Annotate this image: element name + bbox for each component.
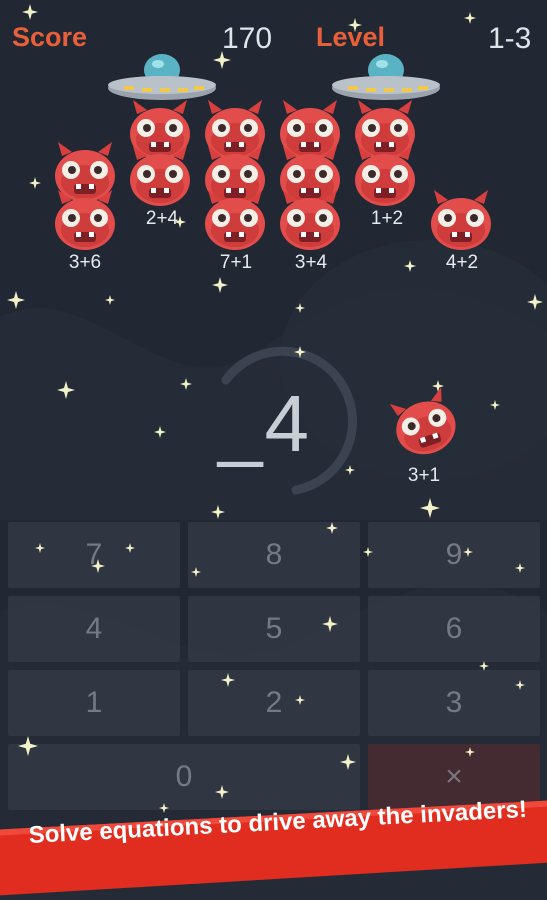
invader-monster-icon xyxy=(355,146,415,206)
key-9[interactable]: 9 xyxy=(368,522,540,588)
key-2[interactable]: 2 xyxy=(188,670,360,736)
equation-label: 3+4 xyxy=(294,252,328,273)
key-6[interactable]: 6 xyxy=(368,596,540,662)
invader-monster-icon xyxy=(431,190,491,250)
key-7[interactable]: 7 xyxy=(8,522,180,588)
invader-monster-icon xyxy=(55,190,115,250)
level-label: Level xyxy=(316,22,386,52)
score-label: Score xyxy=(12,22,88,52)
invader-monster-icon xyxy=(205,190,265,250)
invader-monster-icon xyxy=(280,190,340,250)
key-1[interactable]: 1 xyxy=(8,670,180,736)
invader-monster-icon xyxy=(130,146,190,206)
score-value: 170 xyxy=(222,22,273,55)
key-8[interactable]: 8 xyxy=(188,522,360,588)
key-5[interactable]: 5 xyxy=(188,596,360,662)
game-screen: Score 170 Level 1-3 3+6 2+4 7+1 3+4 1+2 … xyxy=(0,0,547,900)
answer-display: _4 xyxy=(218,379,311,468)
equation-label: 4+2 xyxy=(445,252,479,273)
attacker-equation-label: 3+1 xyxy=(407,465,441,486)
number-keypad: 7 8 9 4 5 6 1 2 3 0 × xyxy=(8,522,540,812)
equation-label: 1+2 xyxy=(370,208,404,229)
level-value: 1-3 xyxy=(488,22,532,55)
equation-label: 7+1 xyxy=(219,252,253,273)
equation-label: 2+4 xyxy=(145,208,179,229)
key-4[interactable]: 4 xyxy=(8,596,180,662)
key-3[interactable]: 3 xyxy=(368,670,540,736)
equation-label: 3+6 xyxy=(68,252,102,273)
